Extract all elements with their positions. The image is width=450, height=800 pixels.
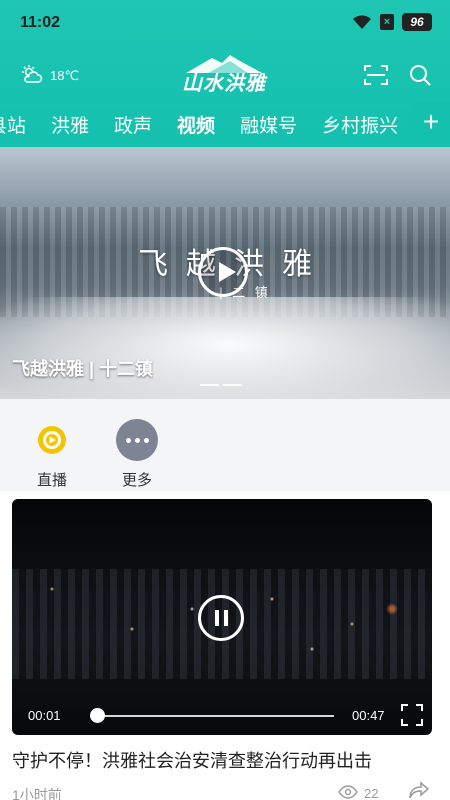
- duration: 00:47: [352, 708, 385, 723]
- view-count: 22: [338, 785, 378, 800]
- progress-track[interactable]: [98, 715, 334, 717]
- tab-video[interactable]: 视频: [177, 111, 215, 138]
- more-entry[interactable]: 更多: [107, 419, 167, 490]
- share-icon[interactable]: [408, 781, 430, 800]
- video-player[interactable]: 00:01 00:47: [12, 499, 432, 735]
- weather-widget[interactable]: 18℃: [20, 64, 79, 87]
- battery-indicator: 96: [402, 13, 432, 31]
- quick-entry-bar: 直播 更多: [0, 399, 450, 491]
- pause-icon[interactable]: [198, 595, 244, 641]
- scan-icon[interactable]: [364, 64, 388, 91]
- no-sim-icon: ×: [380, 14, 394, 30]
- tab-county-station[interactable]: 县站: [0, 111, 26, 138]
- live-entry[interactable]: 直播: [22, 419, 82, 490]
- hero-banner[interactable]: 飞越洪雅 | 二 镇 飞越洪雅 | 十二镇: [0, 147, 450, 399]
- carousel-dot: [200, 384, 219, 386]
- tab-media[interactable]: 融媒号: [240, 111, 297, 138]
- video-card[interactable]: 00:01 00:47 守护不停！洪雅社会治安清查整治行动再出击 1小时前 22: [0, 491, 450, 800]
- status-icons: × 96: [352, 13, 432, 31]
- carousel-indicator: [200, 384, 242, 386]
- channel-tabs-row: 县站 洪雅 政声 视频 融媒号 乡村振兴: [0, 111, 398, 138]
- fullscreen-icon[interactable]: [400, 703, 424, 732]
- logo-text: 山水洪雅: [182, 71, 266, 95]
- top-bar: 18℃ 山水洪雅: [0, 52, 450, 98]
- carousel-dot: [223, 384, 242, 386]
- more-dots-icon: [116, 419, 158, 461]
- cloud-sun-icon: [20, 64, 44, 87]
- channel-tabs: 县站 洪雅 政声 视频 融媒号 乡村振兴 +: [0, 103, 450, 143]
- live-label: 直播: [36, 472, 67, 489]
- tab-rural[interactable]: 乡村振兴: [322, 111, 398, 138]
- more-label: 更多: [121, 472, 152, 489]
- publish-time: 1小时前: [12, 787, 62, 800]
- progress-knob[interactable]: [90, 708, 105, 723]
- wifi-icon: [352, 14, 372, 30]
- live-icon: [31, 419, 73, 461]
- hero-caption: 飞越洪雅 | 十二镇: [12, 359, 154, 379]
- play-icon[interactable]: [198, 247, 248, 297]
- add-channel-button[interactable]: +: [412, 103, 450, 143]
- eye-icon: [338, 785, 358, 800]
- view-count-value: 22: [364, 786, 379, 800]
- status-bar: 11:02 × 96: [0, 0, 450, 46]
- app-logo: 山水洪雅: [178, 52, 270, 96]
- tab-politics[interactable]: 政声: [114, 111, 152, 138]
- current-time: 00:01: [28, 708, 61, 723]
- search-icon[interactable]: [409, 64, 431, 91]
- status-time: 11:02: [20, 14, 61, 31]
- tab-hongya[interactable]: 洪雅: [51, 111, 89, 138]
- app-header: 11:02 × 96 18℃ 山水洪雅 站 洪雅 政声 视频 融媒号 乡村振兴 …: [0, 0, 450, 147]
- temperature-label: 18℃: [50, 67, 80, 83]
- video-headline[interactable]: 守护不停！洪雅社会治安清查整治行动再出击: [12, 747, 372, 773]
